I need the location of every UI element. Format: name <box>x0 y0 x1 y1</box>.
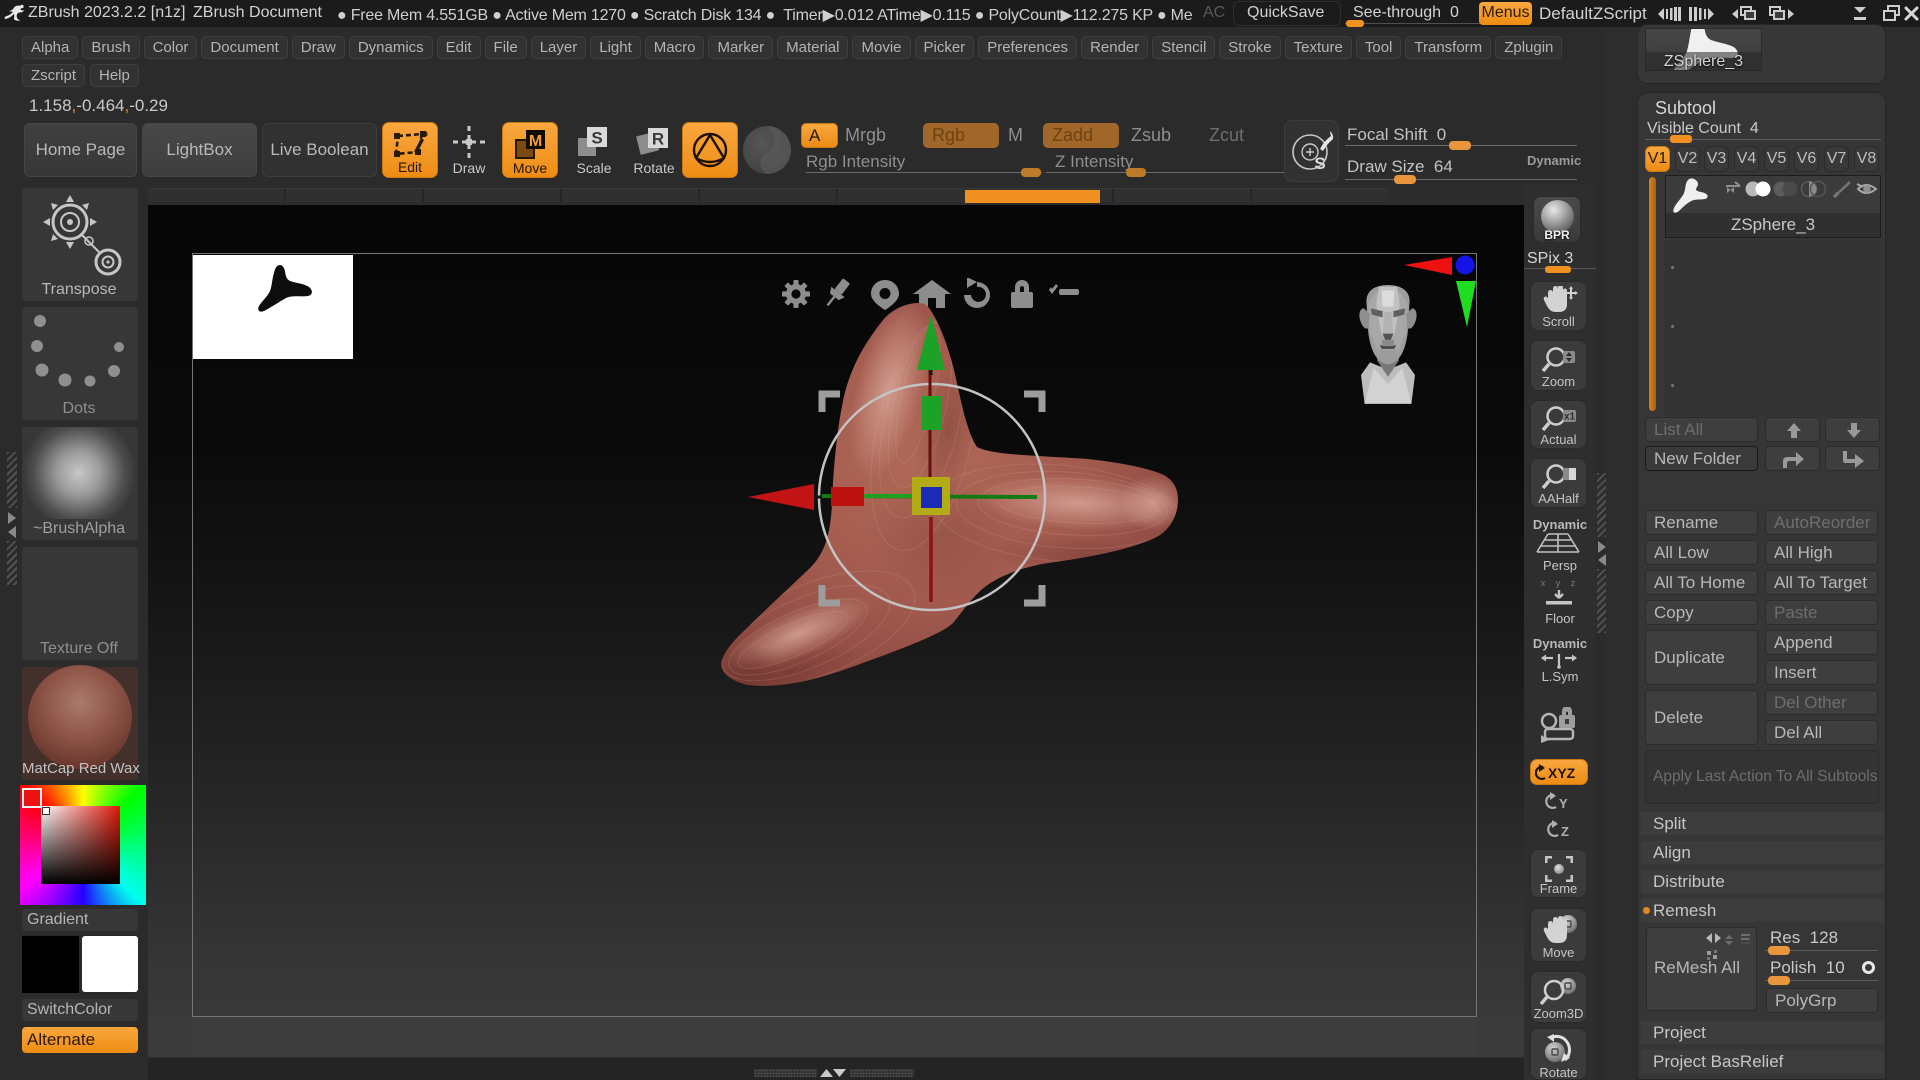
svg-text:Z: Z <box>1561 824 1569 839</box>
svg-text:S: S <box>591 129 602 148</box>
svg-text:S: S <box>1314 154 1325 173</box>
svg-text:x1: x1 <box>1564 412 1576 423</box>
svg-text:XYZ: XYZ <box>1548 765 1576 781</box>
svg-text:Y: Y <box>1559 796 1568 811</box>
svg-text:M: M <box>529 133 542 150</box>
svg-text:R: R <box>652 130 664 149</box>
